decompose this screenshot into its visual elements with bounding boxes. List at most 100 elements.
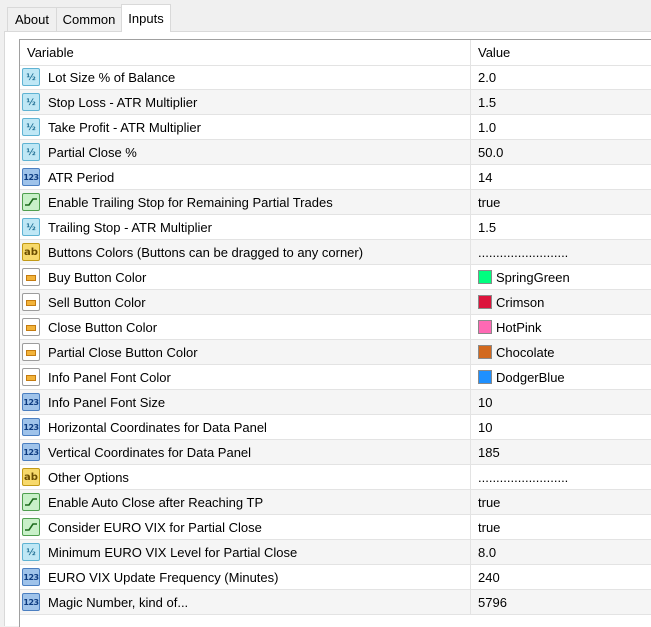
header-value[interactable]: Value: [478, 40, 510, 65]
table-row[interactable]: 123 ATR Period 14: [20, 165, 651, 190]
string-icon: ab: [22, 243, 40, 261]
value-cell[interactable]: 185: [478, 440, 500, 464]
table-row[interactable]: 123 Vertical Coordinates for Data Panel 18…: [20, 440, 651, 465]
table-row[interactable]: Close Button Color HotPink: [20, 315, 651, 340]
column-divider: [470, 165, 471, 190]
boolean-icon: [22, 518, 40, 536]
color-swatch[interactable]: [478, 345, 492, 359]
value-cell[interactable]: Crimson: [496, 290, 544, 314]
table-row[interactable]: ½ Take Profit - ATR Multiplier 1.0: [20, 115, 651, 140]
integer-icon: 123: [22, 443, 40, 461]
inputs-panel: Variable Value ½ Lot Size % of Balance 2.0…: [4, 31, 651, 627]
integer-icon: 123: [22, 418, 40, 436]
column-divider: [470, 365, 471, 390]
value-cell[interactable]: 5796: [478, 590, 507, 614]
table-row[interactable]: Enable Auto Close after Reaching TP true: [20, 490, 651, 515]
integer-icon: 123: [22, 168, 40, 186]
tab-inputs[interactable]: Inputs: [121, 4, 171, 32]
color-swatch[interactable]: [478, 320, 492, 334]
value-cell[interactable]: .........................: [478, 465, 568, 489]
value-cell[interactable]: HotPink: [496, 315, 542, 339]
value-cell[interactable]: 1.5: [478, 215, 496, 239]
tab-common[interactable]: Common: [56, 7, 122, 31]
table-row[interactable]: ½ Stop Loss - ATR Multiplier 1.5: [20, 90, 651, 115]
table-row[interactable]: ½ Partial Close % 50.0: [20, 140, 651, 165]
table-row[interactable]: Buy Button Color SpringGreen: [20, 265, 651, 290]
table-row[interactable]: ½ Lot Size % of Balance 2.0: [20, 65, 651, 90]
value-cell[interactable]: true: [478, 190, 500, 214]
table-row[interactable]: 123 EURO VIX Update Frequency (Minutes) 24…: [20, 565, 651, 590]
variable-name: Other Options: [48, 470, 129, 485]
column-divider: [470, 265, 471, 290]
value-cell[interactable]: 14: [478, 165, 492, 189]
value-cell[interactable]: Chocolate: [496, 340, 555, 364]
fraction-icon: ½: [22, 218, 40, 236]
table-row[interactable]: ab Other Options.........................: [20, 465, 651, 490]
column-divider: [470, 115, 471, 140]
column-divider: [470, 65, 471, 90]
value-cell[interactable]: true: [478, 515, 500, 539]
value-cell[interactable]: DodgerBlue: [496, 365, 565, 389]
boolean-icon: [22, 493, 40, 511]
fraction-icon: ½: [22, 143, 40, 161]
variable-name: Partial Close %: [48, 145, 137, 160]
fraction-icon: ½: [22, 543, 40, 561]
value-cell[interactable]: 8.0: [478, 540, 496, 564]
table-row[interactable]: 123 Horizontal Coordinates for Data Panel…: [20, 415, 651, 440]
table-row[interactable]: Info Panel Font Color DodgerBlue: [20, 365, 651, 390]
variable-name: Trailing Stop - ATR Multiplier: [48, 220, 212, 235]
fraction-icon: ½: [22, 93, 40, 111]
integer-icon: 123: [22, 568, 40, 586]
color-swatch[interactable]: [478, 370, 492, 384]
variable-name: Horizontal Coordinates for Data Panel: [48, 420, 267, 435]
variable-name: Stop Loss - ATR Multiplier: [48, 95, 198, 110]
value-cell[interactable]: 1.0: [478, 115, 496, 139]
variable-name: Info Panel Font Size: [48, 395, 166, 410]
value-cell[interactable]: 2.0: [478, 65, 496, 89]
grid-header: Variable Value: [20, 40, 651, 66]
grid-rows: ½ Lot Size % of Balance 2.0 ½ Stop Loss - AT…: [20, 65, 651, 615]
column-divider: [470, 340, 471, 365]
integer-icon: 123: [22, 593, 40, 611]
column-divider: [470, 90, 471, 115]
variable-name: Buttons Colors (Buttons can be dragged t…: [48, 245, 364, 260]
table-row[interactable]: Consider EURO VIX for Partial Close true: [20, 515, 651, 540]
table-row[interactable]: Enable Trailing Stop for Remaining Parti…: [20, 190, 651, 215]
value-cell[interactable]: 10: [478, 390, 492, 414]
table-row[interactable]: Partial Close Button Color Chocolate: [20, 340, 651, 365]
inputs-grid: Variable Value ½ Lot Size % of Balance 2.0…: [19, 39, 651, 627]
value-cell[interactable]: SpringGreen: [496, 265, 570, 289]
table-row[interactable]: 123 Info Panel Font Size 10: [20, 390, 651, 415]
fraction-icon: ½: [22, 68, 40, 86]
column-divider: [470, 565, 471, 590]
variable-name: Sell Button Color: [48, 295, 146, 310]
column-divider: [470, 315, 471, 340]
column-divider: [470, 215, 471, 240]
table-row[interactable]: Sell Button Color Crimson: [20, 290, 651, 315]
column-divider: [470, 140, 471, 165]
column-divider: [470, 290, 471, 315]
table-row[interactable]: ab Buttons Colors (Buttons can be dragged…: [20, 240, 651, 265]
tab-about[interactable]: About: [7, 7, 57, 31]
table-row[interactable]: ½ Trailing Stop - ATR Multiplier 1.5: [20, 215, 651, 240]
color-icon: [22, 293, 40, 311]
table-row[interactable]: 123 Magic Number, kind of... 5796: [20, 590, 651, 615]
variable-name: EURO VIX Update Frequency (Minutes): [48, 570, 279, 585]
column-divider: [470, 190, 471, 215]
value-cell[interactable]: 50.0: [478, 140, 503, 164]
value-cell[interactable]: 10: [478, 415, 492, 439]
value-cell[interactable]: true: [478, 490, 500, 514]
variable-name: Consider EURO VIX for Partial Close: [48, 520, 262, 535]
column-divider: [470, 590, 471, 615]
header-divider[interactable]: [470, 40, 471, 65]
table-row[interactable]: ½ Minimum EURO VIX Level for Partial Clos…: [20, 540, 651, 565]
color-swatch[interactable]: [478, 270, 492, 284]
column-divider: [470, 490, 471, 515]
fraction-icon: ½: [22, 118, 40, 136]
value-cell[interactable]: 1.5: [478, 90, 496, 114]
integer-icon: 123: [22, 393, 40, 411]
value-cell[interactable]: .........................: [478, 240, 568, 264]
value-cell[interactable]: 240: [478, 565, 500, 589]
color-swatch[interactable]: [478, 295, 492, 309]
header-variable[interactable]: Variable: [27, 40, 74, 65]
